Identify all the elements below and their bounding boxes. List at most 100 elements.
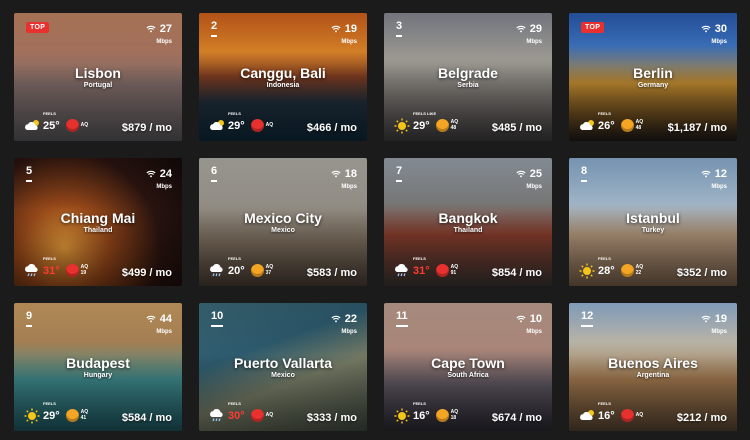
air-quality-face-icon <box>65 263 79 277</box>
card-footer: FEELS 29° AQ $466 / mo <box>209 111 357 134</box>
speed-value: 18 <box>344 168 357 180</box>
country-name: Mexico <box>271 372 295 379</box>
speed-value: 29 <box>529 23 542 35</box>
speed-value: 44 <box>159 313 172 325</box>
speed-unit: Mbps <box>711 184 727 190</box>
city-name: Belgrade <box>438 65 498 81</box>
air-quality: AQ 48 <box>620 118 644 132</box>
internet-speed: 27 Mbps <box>146 20 172 45</box>
speed-unit: Mbps <box>156 329 172 335</box>
speed-unit: Mbps <box>156 184 172 190</box>
aq-value: 48 <box>450 125 457 131</box>
monthly-cost: $466 / mo <box>306 122 357 134</box>
weather-info: FEELS 30° AQ <box>209 401 274 424</box>
speed-value: 10 <box>529 313 542 325</box>
wifi-icon <box>516 310 526 328</box>
air-quality-face-icon <box>620 408 634 422</box>
city-card[interactable]: 6 18 Mbps Mexico City Mexico FEELS 20° A… <box>199 158 367 286</box>
rank-number: 5 <box>26 166 33 182</box>
city-name: Buenos Aires <box>608 355 698 371</box>
feels-like-label: FEELS <box>228 111 241 116</box>
air-quality: AQ <box>250 118 274 132</box>
cloud-rain-icon <box>209 263 225 277</box>
temperature: FEELS 31° <box>43 256 60 279</box>
city-card[interactable]: 7 25 Mbps Bangkok Thailand FEELS 31° AQ … <box>384 158 552 286</box>
air-quality-text: AQ 48 <box>636 119 644 131</box>
air-quality: AQ 91 <box>435 263 459 277</box>
rank-number: 10 <box>211 311 224 327</box>
air-quality-face-icon <box>250 263 264 277</box>
country-name: Thailand <box>83 227 113 234</box>
card-footer: FEELS 31° AQ 91 $854 / mo <box>394 256 542 279</box>
city-card[interactable]: 8 12 Mbps Istanbul Turkey FEELS 28° AQ 2… <box>569 158 737 286</box>
city-card[interactable]: TOP 30 Mbps Berlin Germany FEELS 26° AQ … <box>569 13 737 141</box>
feels-like-label: FEELS LIKE <box>413 111 437 116</box>
sun-icon <box>24 408 40 424</box>
speed-value: 19 <box>344 23 357 35</box>
internet-speed: 24 Mbps <box>146 165 172 190</box>
cloud-sun-icon <box>24 118 40 132</box>
city-card[interactable]: 12 19 Mbps Buenos Aires Argentina FEELS … <box>569 303 737 431</box>
weather-info: FEELS 25° AQ <box>24 111 88 134</box>
monthly-cost: $352 / mo <box>676 267 727 279</box>
city-name: Chiang Mai <box>60 210 136 226</box>
monthly-cost: $485 / mo <box>491 122 542 134</box>
country-name: Indonesia <box>266 82 300 89</box>
aq-label: AQ <box>635 412 644 418</box>
internet-speed: 30 Mbps <box>701 20 727 45</box>
weather-info: FEELS 29° AQ 41 <box>24 401 88 424</box>
top-badge: TOP <box>26 22 50 33</box>
temperature: FEELS 28° <box>598 256 615 279</box>
air-quality: AQ 41 <box>65 408 88 422</box>
city-card[interactable]: 10 22 Mbps Puerto Vallarta Mexico FEELS … <box>199 303 367 431</box>
aq-label: AQ <box>265 412 274 418</box>
temperature: FEELS 31° <box>413 256 430 279</box>
air-quality: AQ 48 <box>435 118 458 132</box>
city-name: Istanbul <box>626 210 680 226</box>
speed-unit: Mbps <box>526 329 542 335</box>
air-quality-text: AQ <box>266 122 274 128</box>
rank-number: 11 <box>396 311 408 327</box>
cloud-rain-icon <box>394 263 410 277</box>
sun-icon <box>394 408 410 424</box>
speed-unit: Mbps <box>526 39 542 45</box>
city-name: Mexico City <box>244 210 322 226</box>
monthly-cost: $674 / mo <box>491 412 542 424</box>
rank-number: 12 <box>581 311 594 327</box>
weather-info: FEELS 28° AQ 22 <box>579 256 643 279</box>
city-card[interactable]: 3 29 Mbps Belgrade Serbia FEELS LIKE 29°… <box>384 13 552 141</box>
city-card[interactable]: 11 10 Mbps Cape Town South Africa FEELS … <box>384 303 552 431</box>
temperature-value: 30° <box>228 410 245 422</box>
air-quality-face-icon <box>435 263 449 277</box>
speed-value: 22 <box>344 313 357 325</box>
temperature-value: 31° <box>43 265 60 277</box>
air-quality-text: AQ 91 <box>451 264 459 276</box>
city-card[interactable]: 2 19 Mbps Canggu, Bali Indonesia FEELS 2… <box>199 13 367 141</box>
top-badge: TOP <box>581 22 605 33</box>
aq-label: AQ <box>265 122 274 128</box>
city-card[interactable]: 5 24 Mbps Chiang Mai Thailand FEELS 31° … <box>14 158 182 286</box>
temperature-value: 28° <box>598 265 615 277</box>
internet-speed: 29 Mbps <box>516 20 542 45</box>
monthly-cost: $879 / mo <box>121 122 172 134</box>
card-footer: FEELS 29° AQ 41 $584 / mo <box>24 401 172 424</box>
feels-like-label: FEELS <box>43 256 56 261</box>
feels-like-label: FEELS <box>413 256 426 261</box>
country-name: South Africa <box>447 372 489 379</box>
wifi-icon <box>701 20 711 38</box>
internet-speed: 18 Mbps <box>331 165 357 190</box>
air-quality-face-icon <box>435 408 449 422</box>
weather-info: FEELS 31° AQ 91 <box>394 256 459 279</box>
speed-unit: Mbps <box>341 329 357 335</box>
air-quality-text: AQ <box>266 412 274 418</box>
air-quality: AQ 22 <box>620 263 643 277</box>
internet-speed: 25 Mbps <box>516 165 542 190</box>
air-quality-text: AQ 19 <box>81 264 89 276</box>
feels-like-label: FEELS <box>598 401 611 406</box>
monthly-cost: $212 / mo <box>676 412 727 424</box>
air-quality-text: AQ <box>636 412 644 418</box>
city-card[interactable]: 9 44 Mbps Budapest Hungary FEELS 29° AQ … <box>14 303 182 431</box>
city-card[interactable]: TOP 27 Mbps Lisbon Portugal FEELS 25° AQ <box>14 13 182 141</box>
card-footer: FEELS 31° AQ 19 $499 / mo <box>24 256 172 279</box>
rank-number: 2 <box>211 21 218 37</box>
